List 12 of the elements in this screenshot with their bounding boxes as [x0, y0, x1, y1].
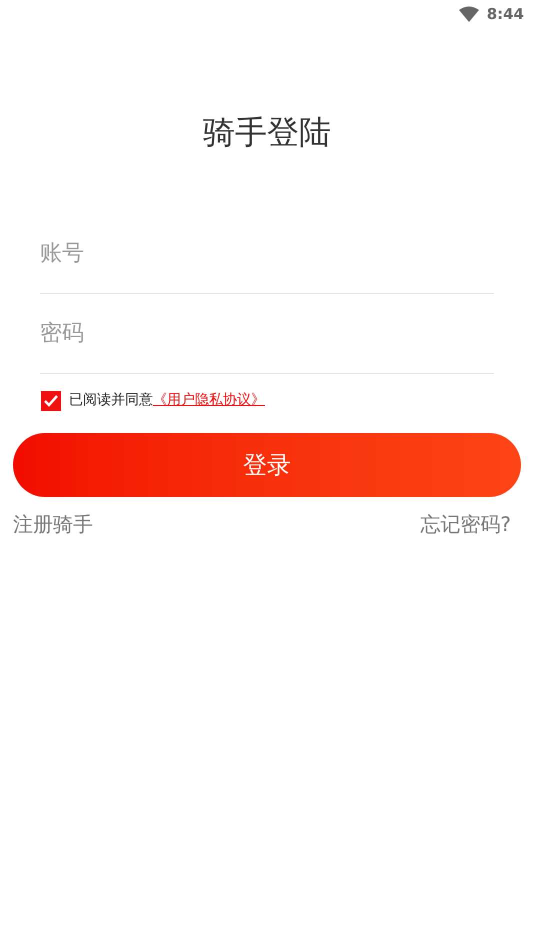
page-title: 骑手登陆 — [203, 112, 331, 153]
privacy-link[interactable]: 《用户隐私协议》 — [153, 392, 265, 408]
register-link[interactable]: 注册骑手 — [13, 509, 93, 539]
check-icon — [43, 392, 59, 408]
account-field[interactable]: 账号 — [40, 214, 494, 294]
wifi-icon — [458, 6, 479, 22]
forgot-password-link[interactable]: 忘记密码? — [420, 509, 511, 539]
login-button[interactable]: 登录 — [13, 433, 521, 497]
agreement-text: 已阅读并同意 — [69, 392, 153, 408]
password-field[interactable]: 密码 — [40, 294, 494, 374]
status-time: 8:44 — [486, 4, 524, 25]
agreement-checkbox[interactable] — [41, 390, 61, 410]
